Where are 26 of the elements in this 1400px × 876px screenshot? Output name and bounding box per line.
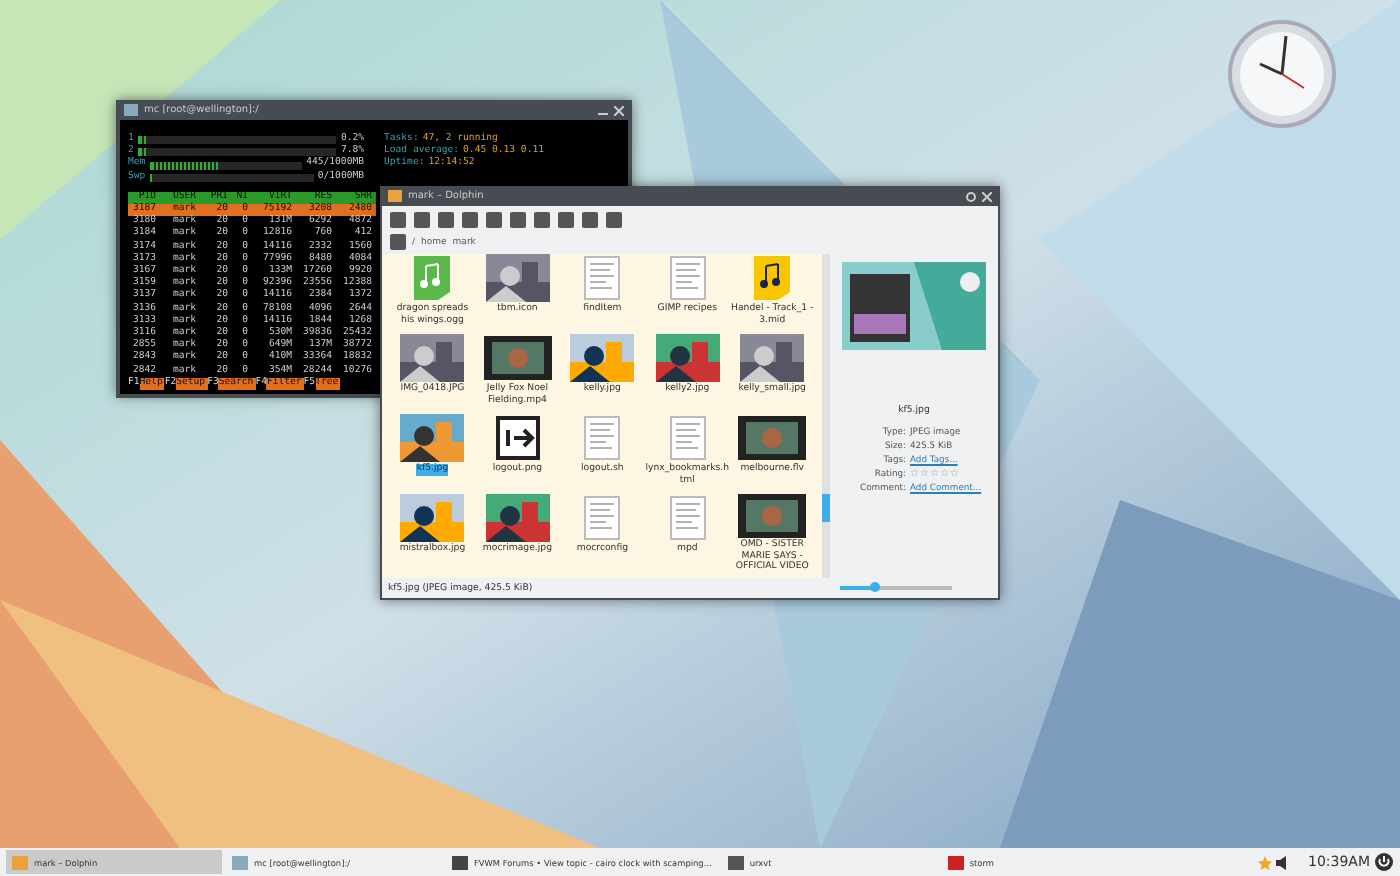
video-thumbnail-icon — [483, 336, 552, 380]
window-icon — [232, 855, 248, 869]
document-icon — [584, 416, 621, 460]
video-thumbnail-icon — [738, 494, 807, 538]
power-icon[interactable] — [1374, 852, 1394, 872]
star-icon — [1257, 855, 1272, 869]
window-icon — [727, 855, 744, 869]
volume-icon[interactable] — [1275, 855, 1292, 869]
window-icon — [452, 855, 468, 869]
music-note-icon — [414, 256, 451, 300]
scrollbar-thumb[interactable] — [822, 494, 831, 522]
music-note-icon — [754, 256, 791, 300]
close-icon[interactable] — [614, 105, 624, 115]
video-thumbnail-icon — [738, 416, 807, 460]
logout-icon — [495, 416, 540, 460]
document-icon — [669, 496, 706, 540]
window-icon — [12, 855, 28, 869]
folder-icon — [388, 190, 402, 202]
document-icon — [669, 416, 706, 460]
close-icon[interactable] — [982, 191, 992, 201]
window-icon — [947, 855, 964, 869]
document-icon — [584, 496, 621, 540]
document-icon — [584, 256, 621, 300]
slider-handle[interactable] — [869, 582, 880, 592]
terminal-icon — [124, 104, 138, 116]
document-icon — [669, 256, 706, 300]
